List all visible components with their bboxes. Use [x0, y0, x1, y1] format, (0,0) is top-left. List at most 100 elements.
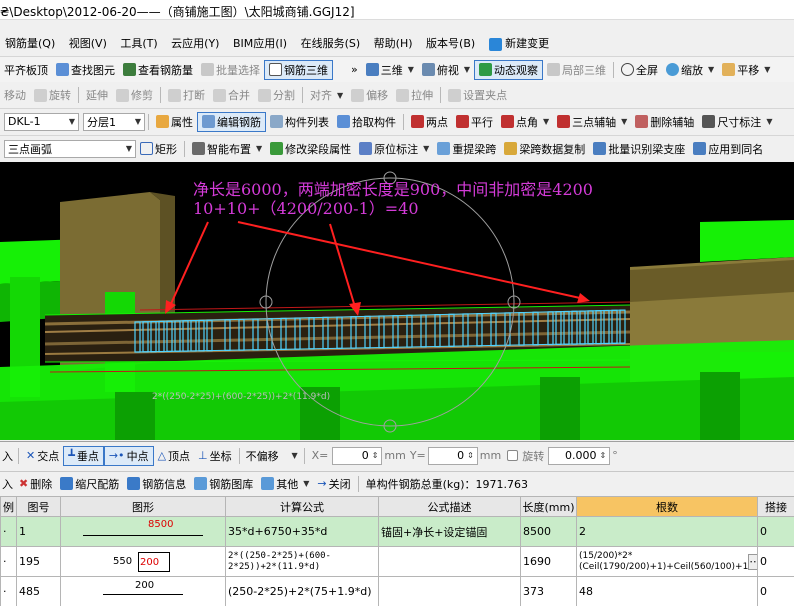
point-angle-button[interactable]: 点角 ▼: [497, 112, 553, 132]
offset-mode-select[interactable]: 不偏移 ▼: [243, 447, 301, 465]
view-rebar-qty-button[interactable]: 查看钢筋量: [119, 60, 197, 80]
split-button[interactable]: 分割: [254, 85, 299, 105]
table-row[interactable]: · 195 550 200 2*((250-2*25)+(600-2*25))+…: [0, 546, 794, 577]
fullscreen-button[interactable]: 全屏: [617, 60, 662, 80]
modify-beam-props-button[interactable]: 修改梁段属性: [266, 139, 355, 159]
col-header-shape[interactable]: 图形: [60, 496, 226, 517]
pan-button[interactable]: 平移 ▼: [718, 60, 774, 80]
cell-formula[interactable]: 35*d+6750+35*d: [225, 516, 379, 547]
table-row[interactable]: · 485 200 (250-2*25)+2*(75+1.9*d) 373 48…: [0, 576, 794, 606]
in-place-label-button[interactable]: 原位标注 ▼: [355, 139, 433, 159]
delete-axis-button[interactable]: 删除辅轴: [631, 112, 698, 132]
pick-element-button[interactable]: 拾取构件: [333, 112, 400, 132]
rebar-3d-viewport[interactable]: 净长是6000，两端加密长度是900，中间非加密是4200 10+10+（420…: [0, 162, 794, 440]
menu-online[interactable]: 在线服务(S): [296, 34, 366, 54]
three-point-axis-button[interactable]: 三点辅轴 ▼: [553, 112, 631, 132]
close-grid-button[interactable]: → 关闭: [313, 474, 354, 494]
cell-description[interactable]: [378, 576, 521, 606]
menu-help[interactable]: 帮助(H): [369, 34, 418, 54]
align-top-button[interactable]: 平齐板顶: [0, 60, 52, 80]
cell-length[interactable]: 8500: [520, 516, 577, 547]
re-span-button[interactable]: 重提梁跨: [433, 139, 500, 159]
two-point-button[interactable]: 两点: [407, 112, 452, 132]
snap-midpoint-button[interactable]: →• 中点: [103, 445, 154, 466]
rebar-grid[interactable]: 例 图号 图形 计算公式 公式描述 长度(mm) 根数 搭接 · 1 8500 …: [0, 496, 794, 606]
cell-description[interactable]: 锚固+净长+设定锚固: [378, 516, 521, 547]
table-row[interactable]: · 1 8500 35*d+6750+35*d 锚固+净长+设定锚固 8500 …: [0, 516, 794, 547]
snap-perpendicular-button[interactable]: ┻ 垂点: [63, 445, 104, 466]
move-button[interactable]: 移动: [0, 85, 30, 105]
batch-select-button[interactable]: 批量选择: [197, 60, 264, 80]
cell-lap[interactable]: 0: [757, 516, 794, 547]
rectangle-button[interactable]: 矩形: [136, 139, 181, 159]
cell-count[interactable]: 2: [576, 516, 758, 547]
top-view-button[interactable]: 俯视 ▼: [418, 60, 474, 80]
cell-figure-no[interactable]: 1: [16, 516, 61, 547]
cell-length[interactable]: 1690: [520, 546, 577, 577]
snap-vertex-button[interactable]: △ 顶点: [154, 446, 194, 466]
col-header-formula[interactable]: 计算公式: [225, 496, 379, 517]
cell-formula[interactable]: (250-2*25)+2*(75+1.9*d): [225, 576, 379, 606]
ellipsis-button[interactable]: ⋯: [748, 553, 757, 570]
find-element-button[interactable]: 查找图元: [52, 60, 119, 80]
set-grip-button[interactable]: 设置夹点: [444, 85, 511, 105]
element-select[interactable]: DKL-1 ▼: [4, 112, 79, 131]
cell-formula[interactable]: 2*((250-2*25)+(600-2*25))+2*(11.9*d): [225, 546, 379, 577]
col-header-index[interactable]: 例: [0, 496, 17, 517]
edit-rebar-button[interactable]: 编辑钢筋: [197, 111, 266, 132]
col-header-lap[interactable]: 搭接: [757, 496, 794, 517]
layer-select[interactable]: 分层1 ▼: [83, 112, 145, 131]
cell-lap[interactable]: 0: [757, 546, 794, 577]
cell-figure-no[interactable]: 485: [16, 576, 61, 606]
rebar-3d-button[interactable]: 钢筋三维: [264, 59, 333, 80]
other-button[interactable]: 其他 ▼: [257, 474, 313, 494]
col-header-length[interactable]: 长度(mm): [520, 496, 577, 517]
properties-button[interactable]: 属性: [152, 112, 197, 132]
rebar-info-button[interactable]: 钢筋信息: [123, 474, 190, 494]
local-3d-button[interactable]: 局部三维: [543, 60, 610, 80]
more-toolbar-icon[interactable]: »: [347, 60, 362, 80]
trim-button[interactable]: 修剪: [112, 85, 157, 105]
menu-cloud[interactable]: 云应用(Y): [166, 34, 224, 54]
batch-support-button[interactable]: 批量识别梁支座: [589, 139, 689, 159]
col-header-description[interactable]: 公式描述: [378, 496, 521, 517]
stretch-button[interactable]: 拉伸: [392, 85, 437, 105]
draw-mode-select[interactable]: 三点画弧 ▼: [4, 139, 136, 158]
menu-version[interactable]: 版本号(B): [421, 34, 480, 54]
cell-length[interactable]: 373: [520, 576, 577, 606]
cell-description[interactable]: [378, 546, 521, 577]
menu-bim[interactable]: BIM应用(I): [228, 34, 292, 54]
menu-view[interactable]: 视图(V): [64, 34, 112, 54]
rotate-checkbox[interactable]: [507, 450, 519, 461]
menu-new-change[interactable]: 新建变更: [484, 34, 555, 54]
copy-span-data-button[interactable]: 梁跨数据复制: [500, 139, 589, 159]
x-input[interactable]: 0 ⇕: [332, 446, 383, 465]
col-header-count[interactable]: 根数: [576, 496, 758, 517]
rotate-input[interactable]: 0.000 ⇕: [548, 446, 611, 465]
extend-button[interactable]: 延伸: [82, 85, 112, 105]
y-input[interactable]: 0 ⇕: [427, 446, 478, 465]
rebar-library-button[interactable]: 钢筋图库: [190, 474, 257, 494]
snap-intersection-button[interactable]: ✕ 交点: [22, 446, 63, 466]
cell-count[interactable]: (15/200)*2*(Ceil(1790/200)+1)+Ceil(560/1…: [576, 546, 758, 577]
dynamic-orbit-button[interactable]: 动态观察: [474, 59, 544, 80]
element-list-button[interactable]: 构件列表: [266, 112, 333, 132]
menu-tools[interactable]: 工具(T): [115, 34, 162, 54]
snap-coordinate-button[interactable]: ⊥ 坐标: [194, 446, 236, 466]
scale-rebar-button[interactable]: 缩尺配筋: [56, 474, 123, 494]
break-button[interactable]: 打断: [164, 85, 209, 105]
merge-button[interactable]: 合并: [209, 85, 254, 105]
dimension-button[interactable]: 尺寸标注 ▼: [698, 112, 776, 132]
delete-row-button[interactable]: ✖ 删除: [15, 474, 56, 494]
cell-figure-no[interactable]: 195: [16, 546, 61, 577]
apply-same-name-button[interactable]: 应用到同名: [689, 139, 767, 159]
smart-layout-button[interactable]: 智能布置 ▼: [188, 139, 266, 159]
zoom-button[interactable]: 缩放 ▼: [662, 60, 718, 80]
parallel-button[interactable]: 平行: [452, 112, 497, 132]
align-button[interactable]: 对齐 ▼: [306, 85, 347, 105]
menu-rebar-quantity[interactable]: 钢筋量(Q): [0, 34, 60, 54]
view-3d-button[interactable]: 三维 ▼: [362, 60, 418, 80]
offset-button[interactable]: 偏移: [347, 85, 392, 105]
cell-lap[interactable]: 0: [757, 576, 794, 606]
rotate-button[interactable]: 旋转: [30, 85, 75, 105]
